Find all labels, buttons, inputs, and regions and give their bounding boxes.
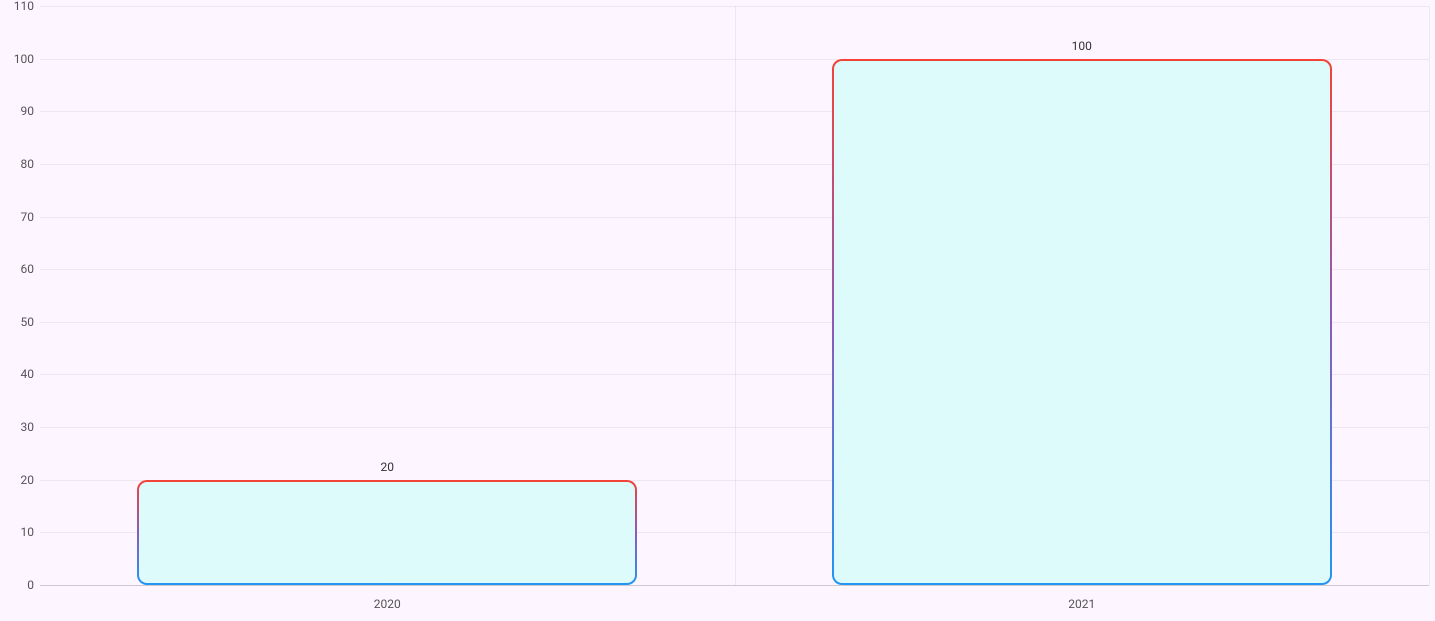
y-axis-tick: 70 <box>0 210 34 224</box>
y-axis-tick: 60 <box>0 262 34 276</box>
bar-chart: 20 100 0 10 20 30 40 50 60 70 80 90 100 110 2020 2021 <box>0 0 1435 621</box>
gridline <box>40 585 1429 586</box>
y-axis-tick: 30 <box>0 420 34 434</box>
bar-value-label: 100 <box>1072 39 1092 53</box>
x-axis-tick: 2021 <box>1068 597 1095 611</box>
x-axis-tick: 2020 <box>374 597 401 611</box>
y-axis-tick: 20 <box>0 473 34 487</box>
y-axis-tick: 50 <box>0 315 34 329</box>
y-axis-tick: 90 <box>0 104 34 118</box>
bar-value-label: 20 <box>380 460 394 474</box>
bar[interactable]: 100 <box>832 59 1332 585</box>
y-axis-tick: 80 <box>0 157 34 171</box>
y-axis-tick: 100 <box>0 52 34 66</box>
plot-area: 20 100 <box>40 6 1429 585</box>
grid-vline <box>735 6 736 585</box>
y-axis-tick: 40 <box>0 367 34 381</box>
y-axis-tick: 10 <box>0 525 34 539</box>
bar[interactable]: 20 <box>137 480 637 585</box>
grid-vline <box>1429 6 1430 585</box>
y-axis-tick: 110 <box>0 0 34 13</box>
y-axis-tick: 0 <box>0 578 34 592</box>
